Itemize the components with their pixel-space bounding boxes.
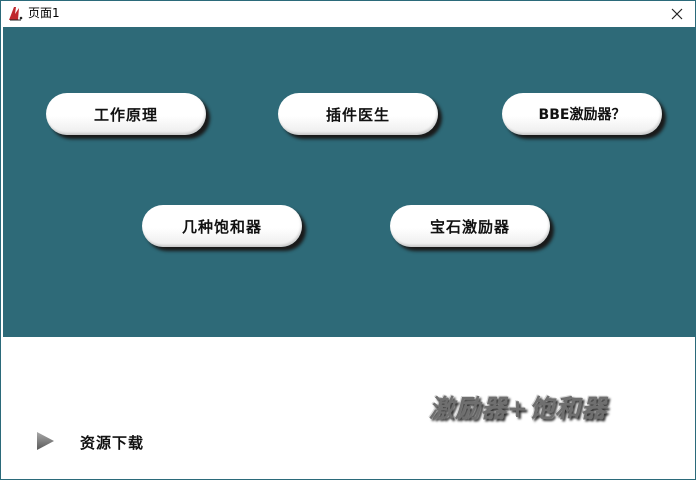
window-title: 页面1: [28, 6, 60, 20]
close-icon: [671, 8, 683, 19]
resource-download-link[interactable]: 资源下载: [80, 432, 144, 453]
app-logo-icon: [9, 7, 23, 21]
app-window: 页面1 工作原理 插件医生 BBE激励器？ 几种饱和器 宝石激励器 资源下载 激…: [0, 0, 696, 480]
close-button[interactable]: [659, 1, 695, 26]
title-bar: 页面1: [1, 1, 695, 26]
working-principle-button[interactable]: 工作原理: [46, 93, 206, 135]
bbe-exciter-button[interactable]: BBE激励器？: [502, 93, 662, 135]
play-arrow-icon[interactable]: [35, 431, 55, 451]
gem-exciter-button[interactable]: 宝石激励器: [390, 205, 550, 247]
plugin-doctor-button[interactable]: 插件医生: [278, 93, 438, 135]
menu-panel: 工作原理 插件医生 BBE激励器？ 几种饱和器 宝石激励器: [3, 27, 695, 337]
slogan-text: 激励器+饱和器: [429, 394, 607, 423]
saturators-button[interactable]: 几种饱和器: [142, 205, 302, 247]
